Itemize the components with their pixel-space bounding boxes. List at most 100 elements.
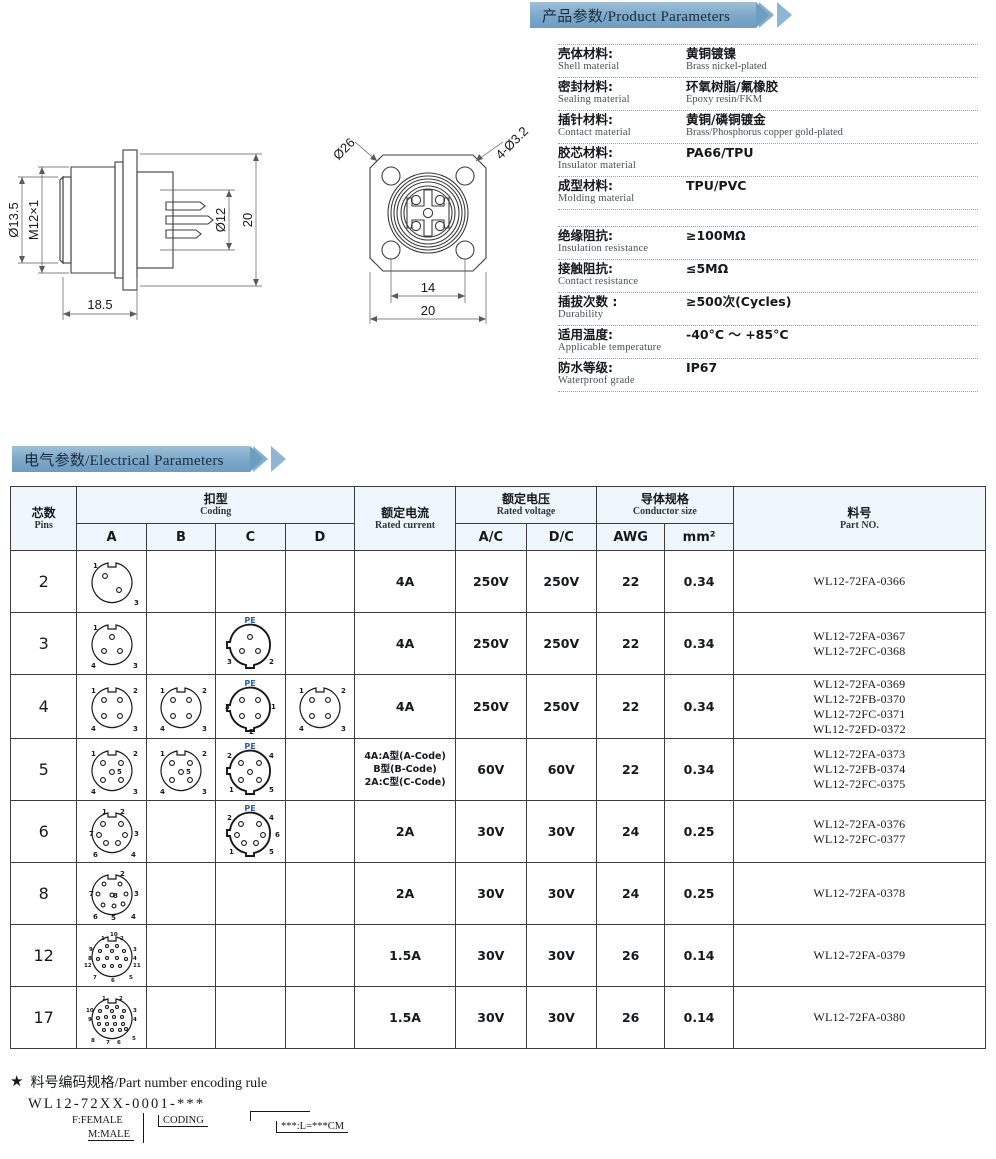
cell-pins: 3 [9, 612, 78, 675]
cell-pins: 2 [9, 550, 78, 613]
header-conductor-mm²: mm² [664, 523, 734, 551]
cell-rated-current: 4A [354, 550, 457, 613]
contact-pin [109, 963, 114, 968]
part-number: WL12-72FA-0366 [813, 574, 906, 588]
cell-coding-D: 1 2 4 3 [284, 674, 356, 739]
cell-rated-current: 4A [354, 612, 457, 675]
contact-pin [109, 1008, 114, 1013]
cell-mm2: 0.34 [664, 612, 734, 675]
pin-number-label: 3 [133, 788, 138, 796]
header-part-no: 料号 Part NO. [732, 486, 987, 551]
star-icon: ★ [10, 1073, 24, 1090]
parameter-row: 防水等级: Waterproof grade IP67 [558, 359, 978, 392]
parameter-label-en: Contact resistance [558, 276, 639, 287]
side-view-svg: Ø13.5 M12×1 Ø12 20 18.5 [6, 149, 262, 320]
pin-layout-5-C: 2 4 1 5 PE [226, 742, 274, 795]
cell-rated-current: 2A [354, 800, 457, 863]
parameter-row: 壳体材料: Shell material 黄铜镀镍 Brass nickel-plat… [558, 44, 978, 78]
contact-pin [114, 839, 121, 846]
cell-voltage-ac: 30V [455, 862, 527, 925]
cell-voltage-dc: 30V [525, 800, 597, 863]
contact-pin [95, 1015, 100, 1020]
contact-pin [95, 831, 102, 838]
cell-coding-A: 1 2 10 3 9 4 8 7 6 5 [76, 986, 147, 1049]
parameter-label: 绝缘阻抗: Insulation resistance [558, 228, 686, 255]
pin-number-label: 12 [84, 963, 92, 969]
parameter-label-en: Waterproof grade [558, 375, 635, 386]
pin-layout-2-A: 13 [91, 562, 139, 607]
part-number: WL12-72FC-0371 [813, 706, 906, 721]
table-row: 5 1 2 4 3 5 1 2 4 3 5 2 4 1 5 PE 4A:A型(A-Code) B型(B-Code)… [9, 738, 987, 801]
contact-pin [256, 776, 263, 783]
contact-pin [123, 956, 128, 961]
banner-product-parameters: 产品参数/Product Parameters [530, 2, 793, 28]
contact-pin [117, 1027, 122, 1032]
contact-pin [255, 696, 262, 703]
pin-number-label: 8 [88, 956, 92, 962]
parameter-label-cn: 接触阻抗: [558, 261, 613, 276]
cell-awg: 22 [595, 550, 666, 613]
pin-number-label: 8 [113, 892, 118, 900]
cell-voltage-dc: 60V [525, 738, 597, 801]
performance-group: 绝缘阻抗: Insulation resistance ≥100MΩ 接触阻抗: Con… [558, 226, 978, 392]
dim-thread: M12×1 [26, 200, 41, 240]
pin-layout-6-A: 1 2 7 3 6 4 [89, 808, 139, 859]
cell-rated-current: 2A [354, 862, 457, 925]
pe-label: PE [245, 679, 256, 688]
pin-number-label: 4 [91, 725, 96, 733]
pin-number-label: 2 [341, 687, 346, 695]
pin-number-label: 4 [133, 1017, 137, 1023]
pin-number-label: 1 [91, 687, 96, 695]
parameter-value-en: Brass nickel-plated [686, 61, 767, 72]
parameter-value-cn: 黄铜镀镍 [686, 46, 737, 61]
contact-pin [253, 839, 260, 846]
parameter-value-cn: ≥500次(Cycles) [686, 294, 792, 309]
cell-coding-A: 13 [76, 550, 147, 613]
pin-number-label: 3 [133, 725, 138, 733]
pin-layout-4-A: 1 2 4 3 [91, 687, 138, 733]
contact-pin [114, 955, 119, 960]
part-number: WL12-72FA-0380 [813, 1010, 906, 1024]
parameter-value-cn: 环氧树脂/氟橡胶 [686, 79, 779, 94]
contact-pin [120, 1021, 125, 1026]
contact-pin [247, 633, 254, 640]
pin-number-label: 1 [102, 808, 107, 816]
pin-number-label: 2 [133, 687, 138, 695]
parameter-value: 黄铜/磷铜镀金 Brass/Phosphorus copper gold-plat… [686, 112, 978, 139]
cell-voltage-dc: 250V [525, 674, 597, 739]
pin-number-label: 5 [111, 914, 116, 922]
parameter-row: 插针材料: Contact material 黄铜/磷铜镀金 Brass/Phosph… [558, 111, 978, 144]
footer-notes: F:FEMALE M:MALE CODING ***:L=***CM [28, 1111, 510, 1159]
contact-pin [121, 831, 128, 838]
parameter-label-cn: 密封材料: [558, 79, 613, 94]
pin-number-label: 4 [133, 956, 137, 962]
parameter-label-en: Molding material [558, 193, 635, 204]
pin-number-label: 6 [93, 851, 98, 859]
cell-voltage-ac: 30V [455, 986, 527, 1049]
contact-pin [178, 768, 184, 775]
cell-coding-A: 1 2 4 3 [76, 674, 147, 739]
contact-pin [260, 831, 267, 838]
contact-pin [104, 943, 109, 948]
pin-number-label: 1 [91, 750, 96, 758]
header-conductor-AWG: AWG [595, 523, 666, 551]
cell-pins: 8 [9, 862, 78, 925]
contact-pin [123, 891, 129, 896]
pin-number-label: 4 [91, 788, 96, 796]
contact-pin [256, 759, 263, 766]
header-sub-label: AWG [613, 530, 648, 545]
contact-pin [308, 696, 315, 703]
header-voltage-DC: D/C [525, 523, 597, 551]
contact-pin [119, 1014, 124, 1019]
contact-pin [123, 1026, 128, 1031]
footer-title: 料号编码规格/Part number encoding rule [30, 1076, 268, 1091]
cell-coding-D [284, 550, 356, 613]
pin-number-label: 4 [160, 725, 165, 733]
pin-layout-17-A: 1 2 10 3 9 4 8 7 6 5 [86, 996, 137, 1046]
cell-voltage-ac: 30V [455, 924, 527, 987]
pin-number-label: 5 [186, 768, 191, 776]
cell-coding-C [215, 924, 286, 987]
pin-number-label: 3 [227, 658, 232, 666]
pin-number-label: 1 [160, 687, 165, 695]
pin-number-label: 3 [133, 1008, 137, 1014]
